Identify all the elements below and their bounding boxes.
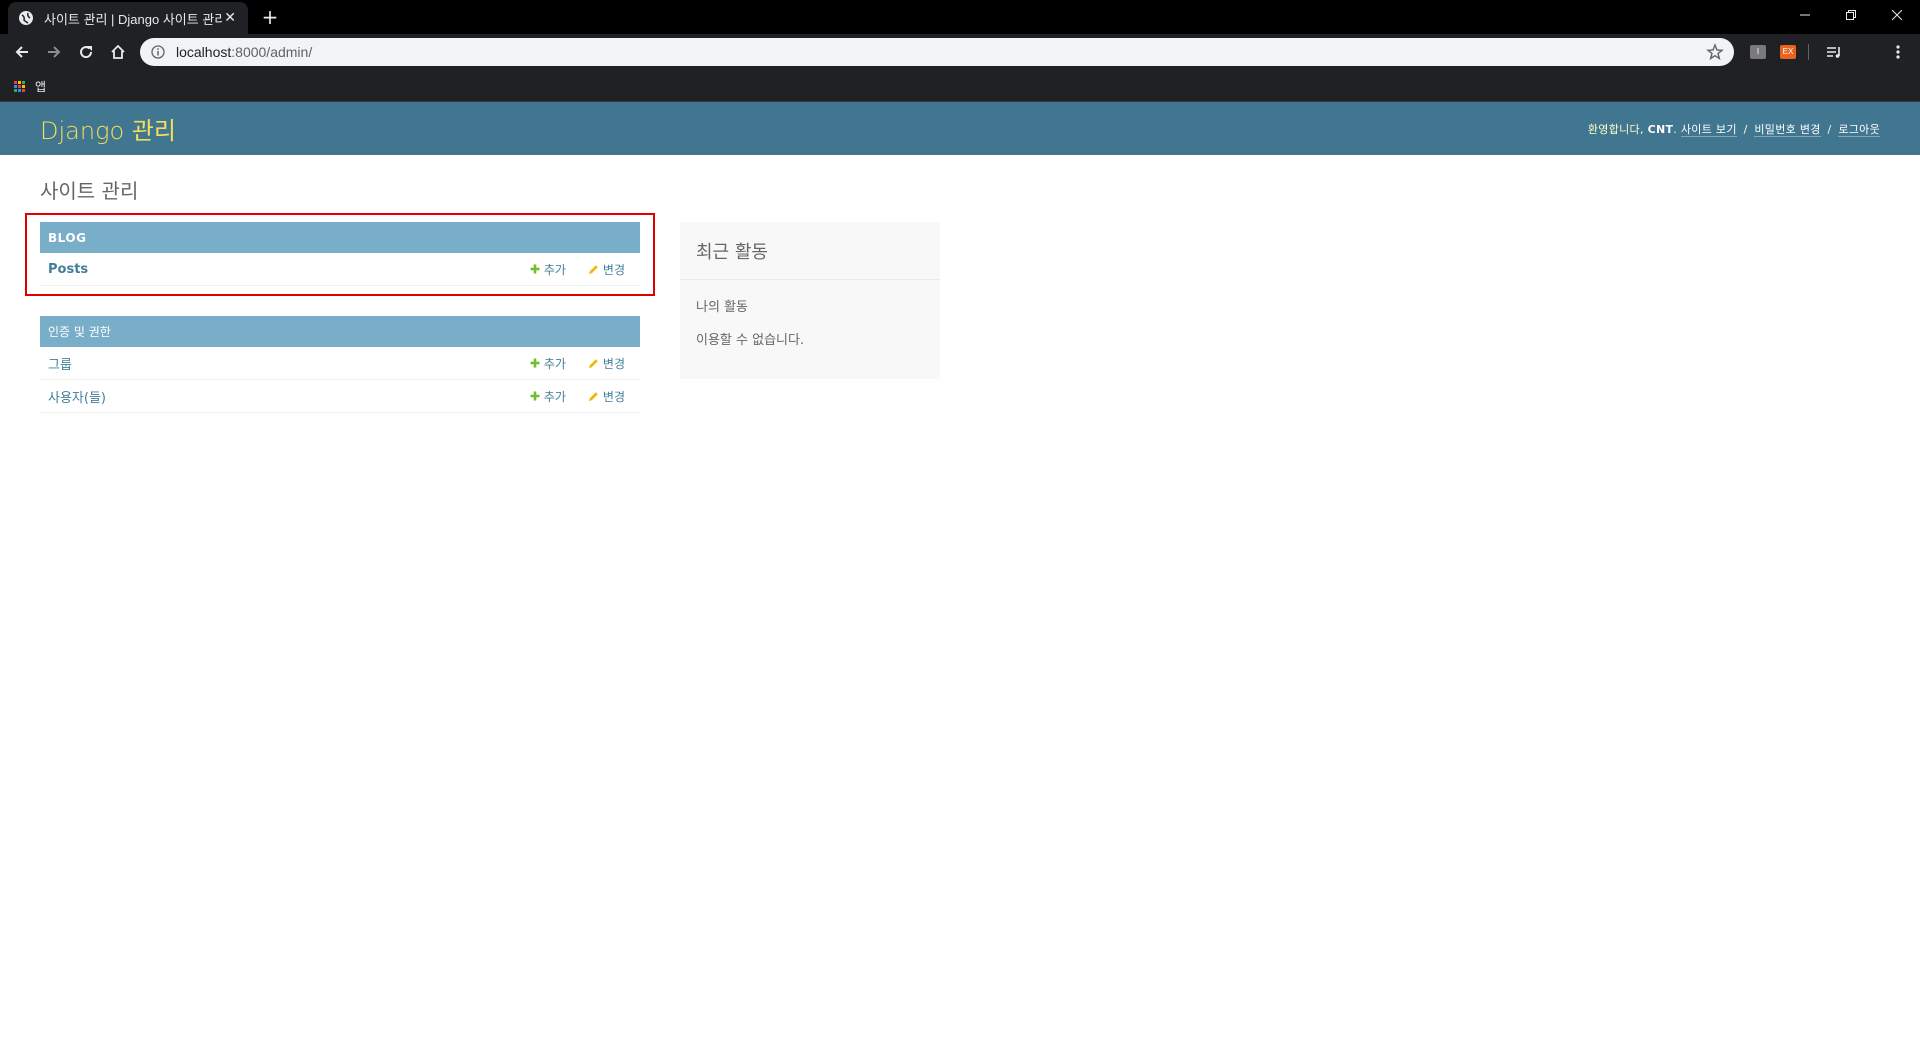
change-password-link[interactable]: 비밀번호 변경 bbox=[1754, 122, 1821, 137]
site-branding[interactable]: Django 관리 bbox=[40, 111, 176, 146]
extension-ex-icon[interactable]: EX bbox=[1780, 45, 1796, 59]
change-label: 변경 bbox=[602, 356, 625, 371]
close-icon[interactable]: ✕ bbox=[222, 10, 238, 26]
model-link-users[interactable]: 사용자(들) bbox=[48, 387, 106, 406]
restore-icon[interactable] bbox=[1828, 0, 1874, 30]
welcome-text: 환영합니다, bbox=[1587, 122, 1644, 136]
user-tools: 환영합니다, CNT. 사이트 보기 / 비밀번호 변경 / 로그아웃 bbox=[1587, 122, 1880, 137]
url-path: :8000/admin/ bbox=[231, 44, 313, 60]
browser-tab[interactable]: 사이트 관리 | Django 사이트 관리 ✕ bbox=[8, 2, 248, 34]
recent-actions-title: 최근 활동 bbox=[680, 222, 940, 280]
window-close-icon[interactable] bbox=[1874, 0, 1920, 30]
add-label: 추가 bbox=[543, 356, 566, 371]
add-label: 추가 bbox=[543, 262, 566, 277]
plus-icon bbox=[530, 358, 540, 368]
toolbar-separator bbox=[1808, 44, 1809, 60]
table-row: 그룹 추가 변경 bbox=[40, 347, 640, 380]
address-bar[interactable]: localhost:8000/admin/ bbox=[140, 38, 1734, 66]
add-link[interactable]: 추가 bbox=[530, 261, 566, 278]
back-icon[interactable] bbox=[8, 38, 36, 66]
minimize-icon[interactable] bbox=[1782, 0, 1828, 30]
username: CNT bbox=[1647, 122, 1674, 136]
logout-link[interactable]: 로그아웃 bbox=[1838, 122, 1880, 137]
add-label: 추가 bbox=[543, 389, 566, 404]
new-tab-button[interactable]: + bbox=[258, 5, 282, 29]
tab-title: 사이트 관리 | Django 사이트 관리 bbox=[44, 11, 223, 27]
bookmark-apps-label: 앱 bbox=[35, 80, 47, 94]
change-link[interactable]: 변경 bbox=[588, 261, 625, 278]
app-module-blog: Blog Posts 추가 변경 bbox=[40, 222, 640, 286]
pencil-icon bbox=[588, 358, 598, 368]
change-label: 변경 bbox=[602, 262, 625, 277]
pencil-icon bbox=[588, 264, 598, 274]
url-text: localhost:8000/admin/ bbox=[176, 44, 312, 60]
url-host: localhost bbox=[176, 44, 232, 60]
browser-tabstrip: 사이트 관리 | Django 사이트 관리 ✕ + bbox=[0, 0, 1920, 34]
my-actions-subtitle: 나의 활동 bbox=[696, 300, 748, 315]
home-icon[interactable] bbox=[104, 38, 132, 66]
info-icon[interactable] bbox=[150, 44, 166, 60]
change-label: 변경 bbox=[602, 389, 625, 404]
menu-icon[interactable] bbox=[1884, 38, 1912, 66]
media-queue-icon[interactable] bbox=[1820, 38, 1848, 66]
model-link-posts[interactable]: Posts bbox=[48, 262, 88, 277]
reload-icon[interactable] bbox=[72, 38, 100, 66]
add-link[interactable]: 추가 bbox=[530, 355, 566, 372]
table-row: Posts 추가 변경 bbox=[40, 253, 640, 286]
extension-i-icon[interactable]: I bbox=[1750, 45, 1766, 59]
add-link[interactable]: 추가 bbox=[530, 388, 566, 405]
app-module-auth: 인증 및 권한 그룹 추가 변경 사용자(들) 추가 변경 bbox=[40, 316, 640, 413]
table-row: 사용자(들) 추가 변경 bbox=[40, 380, 640, 413]
page-title: 사이트 관리 bbox=[40, 179, 139, 203]
model-link-groups[interactable]: 그룹 bbox=[48, 354, 72, 373]
bookmark-apps[interactable]: 앱 bbox=[14, 78, 46, 95]
recent-actions-empty: 이용할 수 없습니다. bbox=[696, 333, 805, 348]
view-site-link[interactable]: 사이트 보기 bbox=[1680, 122, 1737, 137]
apps-icon bbox=[14, 81, 25, 92]
separator: / bbox=[1743, 122, 1748, 136]
change-link[interactable]: 변경 bbox=[588, 388, 625, 405]
globe-icon bbox=[18, 10, 34, 26]
browser-toolbar: localhost:8000/admin/ I EX bbox=[0, 34, 1920, 70]
bookmarks-bar: 앱 bbox=[0, 70, 1920, 102]
pencil-icon bbox=[588, 391, 598, 401]
star-icon[interactable] bbox=[1706, 43, 1724, 61]
module-caption[interactable]: 인증 및 권한 bbox=[40, 316, 640, 347]
plus-icon bbox=[530, 264, 540, 274]
forward-icon[interactable] bbox=[40, 38, 68, 66]
module-caption[interactable]: Blog bbox=[40, 222, 640, 253]
change-link[interactable]: 변경 bbox=[588, 355, 625, 372]
plus-icon bbox=[530, 391, 540, 401]
recent-actions-panel: 최근 활동 나의 활동 이용할 수 없습니다. bbox=[680, 222, 940, 379]
admin-header: Django 관리 환영합니다, CNT. 사이트 보기 / 비밀번호 변경 /… bbox=[0, 102, 1920, 155]
separator: / bbox=[1827, 122, 1832, 136]
